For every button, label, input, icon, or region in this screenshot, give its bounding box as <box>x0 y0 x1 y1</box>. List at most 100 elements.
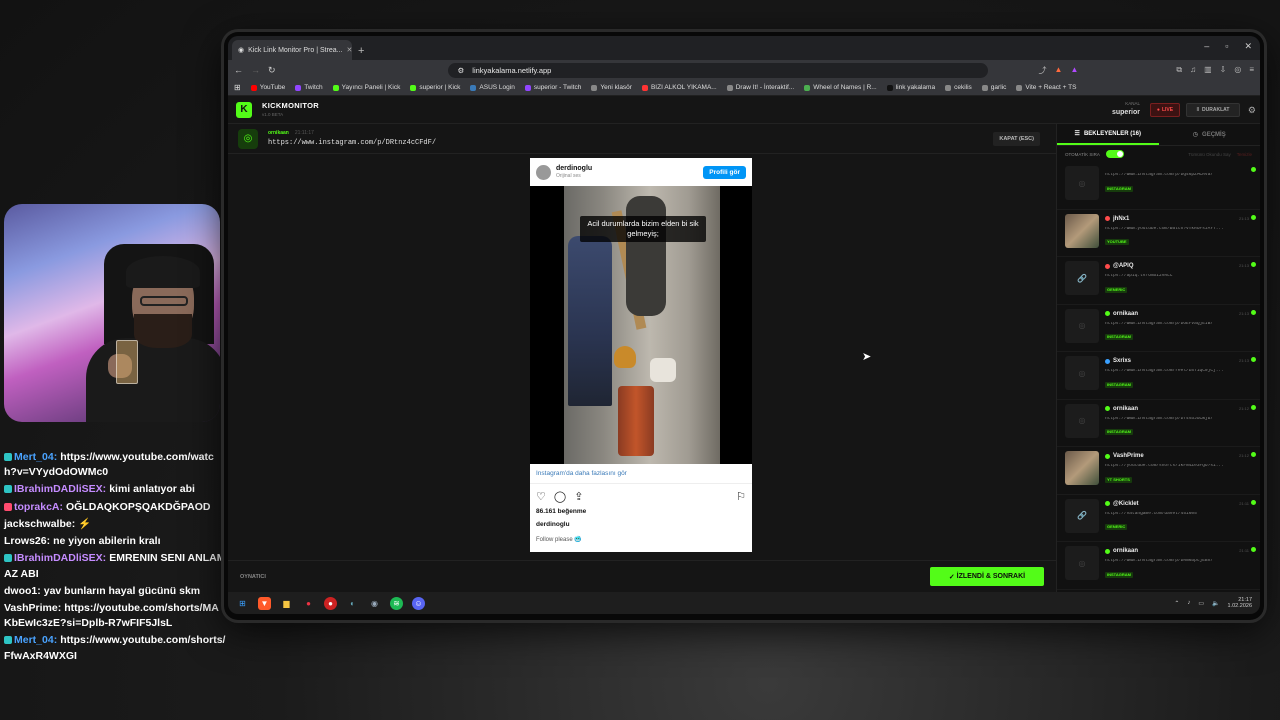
discord-icon[interactable]: ☺ <box>412 596 425 610</box>
minimize-icon[interactable]: – <box>1204 41 1209 52</box>
url-field[interactable]: ⚙ linkyakalama.netlify.app <box>447 62 988 78</box>
settings-icon[interactable]: ⚙ <box>1248 105 1256 116</box>
queue-item[interactable]: ◎ ornikaan https://www.instagram.com/p/DT4… <box>1057 400 1260 447</box>
queue-item[interactable]: 🔗 @Kicklet https://vatangame.com/davet/451… <box>1057 495 1260 542</box>
windows-start-icon[interactable]: ⊞ <box>236 597 249 610</box>
close-button[interactable]: KAPAT (ESC) <box>993 132 1040 146</box>
chat-message: Mert_04: https://www.youtube.com/shorts/F… <box>4 633 226 663</box>
microphone-icon[interactable]: ♪ <box>1187 600 1190 606</box>
tab-history[interactable]: ◷ GEÇMİŞ <box>1159 124 1261 145</box>
clock[interactable]: 21:17 1.02.2026 <box>1228 597 1252 609</box>
comment-icon[interactable]: ◯ <box>554 490 566 503</box>
queue-item[interactable]: ◎ ornikaan https://www.instagram.com/p/DOE… <box>1057 305 1260 352</box>
bookmark-item[interactable]: Yayıncı Paneli | Kick <box>332 84 400 91</box>
live-button[interactable]: ● LIVE <box>1150 103 1180 117</box>
bookmark-icon[interactable]: ⚐ <box>736 490 746 503</box>
queue-url: https://apiq.tv/UmSI2vRLC <box>1105 274 1173 278</box>
kick-monitor-app: K KICKMONITOR v1.0 BETA KANAL superior ●… <box>228 96 1260 592</box>
steam-icon[interactable]: ◐ <box>346 597 359 610</box>
bookmark-item[interactable]: superior - Twitch <box>524 84 581 91</box>
queue-time: 21:12 <box>1238 405 1249 411</box>
auto-queue-toggle[interactable] <box>1105 150 1124 158</box>
bookmark-item[interactable]: Twitch <box>295 84 323 91</box>
record-app-icon[interactable]: ● <box>324 596 337 610</box>
brave-rewards-icon[interactable]: ▲ <box>1070 65 1078 76</box>
caption-user[interactable]: derdinoglu <box>530 515 752 528</box>
music-icon[interactable]: ♫ <box>1190 65 1196 76</box>
view-profile-button[interactable]: Profili gör <box>703 165 746 179</box>
bookmark-item[interactable]: link yakalama <box>886 84 935 91</box>
new-tab-icon[interactable]: + <box>358 45 364 57</box>
bookmark-item[interactable]: Wheel of Names | R... <box>804 84 877 91</box>
bookmark-item[interactable]: garlic <box>981 84 1006 91</box>
share-post-icon[interactable]: ⇪ <box>574 490 583 503</box>
profile-icon[interactable]: ◎ <box>1234 65 1241 76</box>
instagram-icon: ◎ <box>1065 356 1099 390</box>
post-actions: ♡ ◯ ⇪ ⚐ <box>530 484 752 503</box>
queue-item[interactable]: VashPrime https://youtube.com/shorts/IKFN… <box>1057 447 1260 495</box>
queue-user: @APIQ <box>1105 263 1253 269</box>
bookmark-favicon-icon <box>591 84 598 91</box>
chat-message: Lrows26: ne yiyon abilerin kralı <box>4 534 226 549</box>
queue-item-body: VashPrime https://youtube.com/shorts/IKFN… <box>1105 451 1253 490</box>
extension-icon[interactable]: ⧉ <box>1176 65 1182 76</box>
system-tray: ⌃ ♪ ▭ 🔈 21:17 1.02.2026 <box>1174 597 1252 609</box>
sidebar-icon[interactable]: ▥ <box>1204 65 1212 76</box>
globe-app-icon[interactable]: ◉ <box>368 597 381 610</box>
forward-icon[interactable]: → <box>251 65 260 75</box>
volume-icon[interactable]: 🔈 <box>1212 600 1219 607</box>
chat-text: kimi anlatıyor abi <box>109 483 195 496</box>
maximize-icon[interactable]: ▫ <box>1225 41 1228 52</box>
embed-username[interactable]: derdinoglu <box>556 165 592 172</box>
bookmark-favicon-icon <box>470 84 477 91</box>
current-link[interactable]: https://www.instagram.com/p/DRtnz4cCFdF/ <box>268 139 436 147</box>
display-icon[interactable]: ▭ <box>1198 600 1204 607</box>
brave-browser-icon[interactable]: ▼ <box>258 596 271 610</box>
more-on-instagram-link[interactable]: Instagram'da daha fazlasını gör <box>530 464 752 484</box>
heart-icon[interactable]: ♡ <box>536 490 546 503</box>
brave-shield-icon[interactable]: ▲ <box>1055 65 1063 76</box>
bookmark-item[interactable]: cekilis <box>945 84 972 91</box>
avatar[interactable] <box>536 164 551 180</box>
queue-item[interactable]: ◎ Sxrixs https://www.instagram.com/reel/DS… <box>1057 352 1260 400</box>
queue-url: https://youtube.com/shorts/IKFN4Ze3FQU?s… <box>1105 464 1224 468</box>
queue-item[interactable]: ◎ ornikaan https://www.instagram.com/p/DRm… <box>1057 542 1260 590</box>
share-icon[interactable]: ⤴ <box>1039 65 1047 76</box>
close-window-icon[interactable]: ✕ <box>1244 41 1252 52</box>
back-icon[interactable]: ← <box>234 65 243 75</box>
site-info-icon[interactable]: ⚙ <box>458 66 465 75</box>
reload-icon[interactable]: ↻ <box>268 65 276 76</box>
queue-item[interactable]: jhNx1 https://www.youtube.com/watch?v=kRU… <box>1057 210 1260 257</box>
extensions-bar: ⤴ ▲ ▲ ⧉ ♫ ▥ ⇩ ◎ ≡ <box>1039 65 1254 76</box>
downloads-icon[interactable]: ⇩ <box>1220 65 1227 76</box>
bookmark-item[interactable]: superior | Kick <box>410 84 460 91</box>
tray-expand-icon[interactable]: ⌃ <box>1174 600 1179 607</box>
chat-text: yav bunların hayal gücünü skm <box>43 584 201 597</box>
chat-username: jackschwalbe: <box>4 517 76 530</box>
menu-icon[interactable]: ≡ <box>1249 65 1254 76</box>
clear-button[interactable]: Temizle <box>1237 152 1252 157</box>
address-bar-row: ← → ↻ ⚙ linkyakalama.netlify.app ⤴ ▲ ▲ ⧉… <box>228 60 1260 80</box>
bookmark-item[interactable]: BIZI ALKOL YIKAMA... <box>641 84 717 91</box>
chat-badge-icon <box>4 485 12 494</box>
bookmark-item[interactable]: Vite + React + TS <box>1016 84 1076 91</box>
queue-item[interactable]: ◎ https://www.instagram.com/p/DQ46pZMCRVa… <box>1057 162 1260 210</box>
mark-all-read-button[interactable]: Tümünü Okundu Say <box>1188 152 1231 157</box>
bookmark-item[interactable]: Draw It! - İnteraktif... <box>726 84 794 91</box>
queue-user: VashPrime <box>1105 453 1253 459</box>
bookmark-item[interactable]: ASUS Login <box>470 84 515 91</box>
maps-pin-icon[interactable]: ● <box>302 597 315 610</box>
queue-item[interactable]: 🔗 @APIQ https://apiq.tv/UmSI2vRLC GENERIC 21… <box>1057 257 1260 305</box>
pause-button[interactable]: ‖ DURAKLAT <box>1186 103 1240 117</box>
video-player[interactable]: Acil durumlarda bizim elden bi sik gelme… <box>564 186 720 464</box>
bookmark-item[interactable]: YouTube <box>250 84 285 91</box>
spotify-icon[interactable]: ≋ <box>390 596 403 610</box>
tab-waiting[interactable]: ☰ BEKLEYENLER (16) <box>1057 124 1159 145</box>
bookmark-item[interactable]: Yeni klasör <box>591 84 632 91</box>
instagram-icon: ◎ <box>1065 166 1099 200</box>
watched-next-button[interactable]: ✓ İZLENDİ & SONRAKİ <box>930 567 1044 586</box>
apps-grid-icon[interactable]: ⊞ <box>234 83 241 92</box>
close-tab-icon[interactable]: ✕ <box>347 46 352 54</box>
browser-tab[interactable]: ◉ Kick Link Monitor Pro | Strea... ✕ <box>232 40 352 60</box>
file-explorer-icon[interactable]: ▆ <box>280 597 293 610</box>
